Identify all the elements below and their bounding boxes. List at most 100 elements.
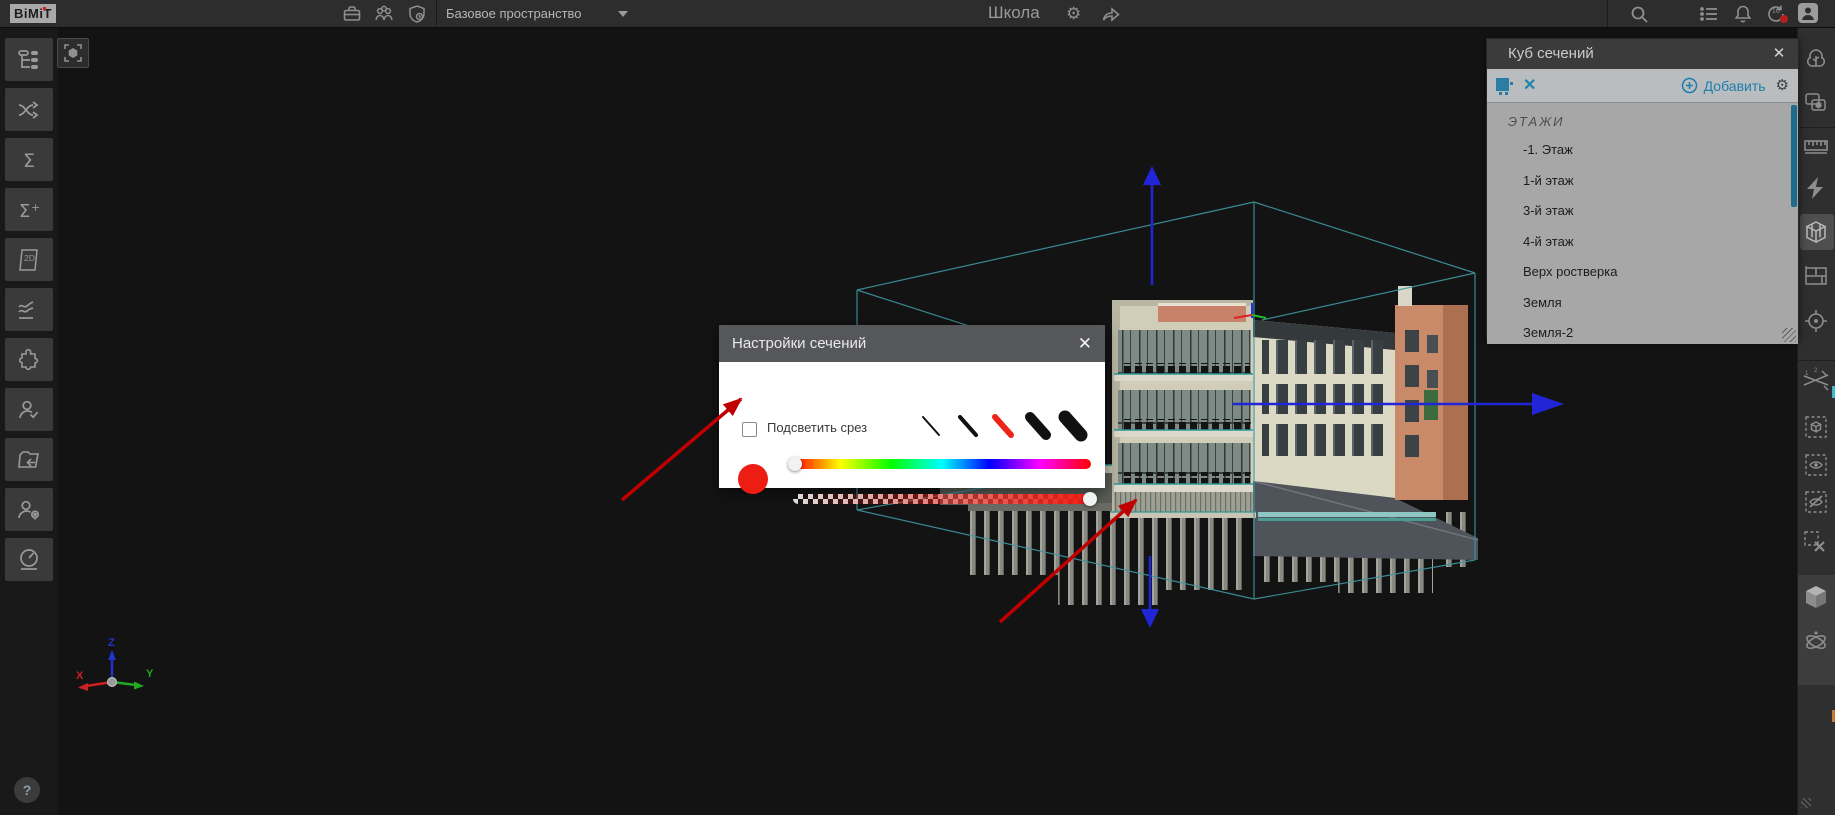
stroke-option-2[interactable]	[960, 417, 976, 435]
section-settings-dialog: Настройки сечений ✕ Подсветить срез	[719, 325, 1105, 488]
add-section-button[interactable]: Добавить	[1681, 77, 1766, 94]
hue-slider[interactable]	[793, 459, 1091, 469]
highlight-slice-checkbox[interactable]	[742, 422, 757, 437]
user-check-icon	[16, 397, 42, 423]
floors-list: ЭТАЖИ -1. Этаж1-й этаж3-й этаж4-й этажВе…	[1487, 102, 1798, 344]
section-box-icon[interactable]	[1496, 77, 1513, 94]
panel-title: Куб сечений	[1508, 45, 1594, 62]
floor-item[interactable]: 3-й этаж	[1487, 196, 1798, 227]
project-settings-button[interactable]: ⚙	[1066, 0, 1081, 27]
floor-item[interactable]: -1. Этаж	[1487, 135, 1798, 166]
floor-item[interactable]: Верх ростверка	[1487, 257, 1798, 288]
panel-scrollbar[interactable]	[1791, 105, 1797, 207]
chevron-down-icon[interactable]	[618, 11, 628, 17]
clear-sections-button[interactable]: ✕	[1523, 69, 1536, 102]
stroke-option-3-selected[interactable]	[995, 417, 1011, 435]
right-toolbar: 1 2	[1797, 28, 1835, 815]
dialog-close-button[interactable]: ✕	[1078, 325, 1092, 362]
stroke-option-4[interactable]	[1030, 417, 1046, 435]
floor-plan-button[interactable]	[1802, 262, 1830, 290]
sidebar-charts-button[interactable]	[5, 288, 53, 331]
axes-button[interactable]: 1 2	[1802, 366, 1830, 394]
search-button[interactable]	[1628, 3, 1650, 25]
opacity-slider[interactable]	[793, 494, 1091, 504]
locate-button[interactable]	[1802, 307, 1830, 335]
axis-y-label: Y	[146, 668, 154, 680]
topbar-separator-right	[1607, 0, 1608, 27]
hide-eye-icon	[1802, 488, 1830, 516]
line-thickness-options[interactable]	[890, 406, 1100, 446]
help-button[interactable]: ?	[14, 777, 40, 803]
top-bar: BiMiT Базовое пространство Школа ⚙	[0, 0, 1835, 28]
hide-selected-button[interactable]	[1802, 488, 1830, 516]
environment-button[interactable]	[1802, 46, 1830, 74]
history-count-badge: 10	[1772, 8, 1780, 15]
floor-item[interactable]: 4-й этаж	[1487, 227, 1798, 258]
orientation-gizmo[interactable]: X Y Z	[70, 630, 180, 705]
clear-x-icon	[1802, 529, 1830, 557]
workspace-selector[interactable]: Базовое пространство	[446, 0, 582, 27]
sidebar-model-tree-button[interactable]	[5, 38, 53, 81]
selection-copy-icon	[1802, 89, 1830, 117]
dialog-body: Подсветить срез	[719, 362, 1105, 488]
share-icon	[1100, 3, 1122, 25]
isolate-box-button[interactable]	[1802, 413, 1830, 441]
dialog-header[interactable]: Настройки сечений ✕	[719, 325, 1105, 362]
solid-cube-icon	[1802, 583, 1830, 611]
sidebar-dashboard-button[interactable]	[5, 538, 53, 581]
team-icon	[373, 3, 395, 25]
sidebar-shuffle-button[interactable]	[5, 88, 53, 131]
svg-text:+: +	[31, 201, 40, 214]
share-button[interactable]	[1100, 3, 1122, 25]
sidebar-shared-folder-button[interactable]	[5, 438, 53, 481]
stroke-option-5[interactable]	[1065, 417, 1081, 435]
panel-header[interactable]: Куб сечений ✕	[1487, 39, 1798, 69]
measure-button[interactable]	[1802, 132, 1830, 160]
sidebar-sigma-plus-button[interactable]: Σ +	[5, 188, 53, 231]
section-cube-icon	[1802, 218, 1830, 246]
floor-item[interactable]: 1-й этаж	[1487, 166, 1798, 197]
box-cube-icon	[1802, 413, 1830, 441]
stroke-option-1[interactable]	[923, 417, 939, 435]
sidebar-approvals-button[interactable]	[5, 388, 53, 431]
panel-settings-button[interactable]: ⚙	[1776, 69, 1789, 102]
selected-color-preview	[738, 464, 768, 494]
sidebar-2d-drawings-button[interactable]: 2D	[5, 238, 53, 281]
show-selected-button[interactable]	[1802, 451, 1830, 479]
panel-close-button[interactable]: ✕	[1770, 39, 1788, 69]
panel-resize-grip[interactable]	[1782, 328, 1796, 342]
floor-item[interactable]: Земля-2	[1487, 318, 1798, 344]
user-icon	[1798, 3, 1818, 23]
notifications-button[interactable]	[1732, 3, 1754, 25]
plugin-puzzle-icon	[16, 347, 42, 373]
solid-view-button[interactable]	[1802, 583, 1830, 611]
section-plane-button[interactable]	[1802, 174, 1830, 202]
avatar[interactable]	[1798, 3, 1818, 23]
sidebar-sigma-button[interactable]: Σ	[5, 138, 53, 181]
left-sidebar: Σ Σ + 2D	[0, 28, 58, 815]
selection-sets-button[interactable]	[1802, 89, 1830, 117]
tasks-list-button[interactable]	[1698, 3, 1720, 25]
team-button[interactable]	[373, 3, 395, 25]
sigma-plus-icon: Σ +	[16, 197, 42, 223]
sidebar-plugins-button[interactable]	[5, 338, 53, 381]
list-icon	[1698, 3, 1720, 25]
locate-icon	[1802, 307, 1830, 335]
show-eye-icon	[1802, 451, 1830, 479]
bell-icon	[1732, 3, 1754, 25]
search-icon	[1628, 3, 1650, 25]
opacity-slider-handle[interactable]	[1083, 492, 1097, 506]
reset-visibility-button[interactable]	[1802, 529, 1830, 557]
floor-item[interactable]: Земля	[1487, 288, 1798, 319]
briefcase-icon	[341, 3, 363, 25]
section-cube-button[interactable]	[1802, 218, 1830, 246]
fit-view-button[interactable]	[57, 38, 89, 68]
app-logo[interactable]: BiMiT	[10, 4, 56, 23]
briefcase-button[interactable]	[341, 3, 363, 25]
strip-resize-grip[interactable]	[1801, 798, 1811, 808]
plus-circle-icon	[1681, 77, 1698, 94]
sidebar-user-location-button[interactable]	[5, 488, 53, 531]
hue-slider-handle[interactable]	[788, 457, 802, 471]
shield-clock-button[interactable]	[406, 3, 428, 25]
orbit-button[interactable]	[1802, 628, 1830, 656]
